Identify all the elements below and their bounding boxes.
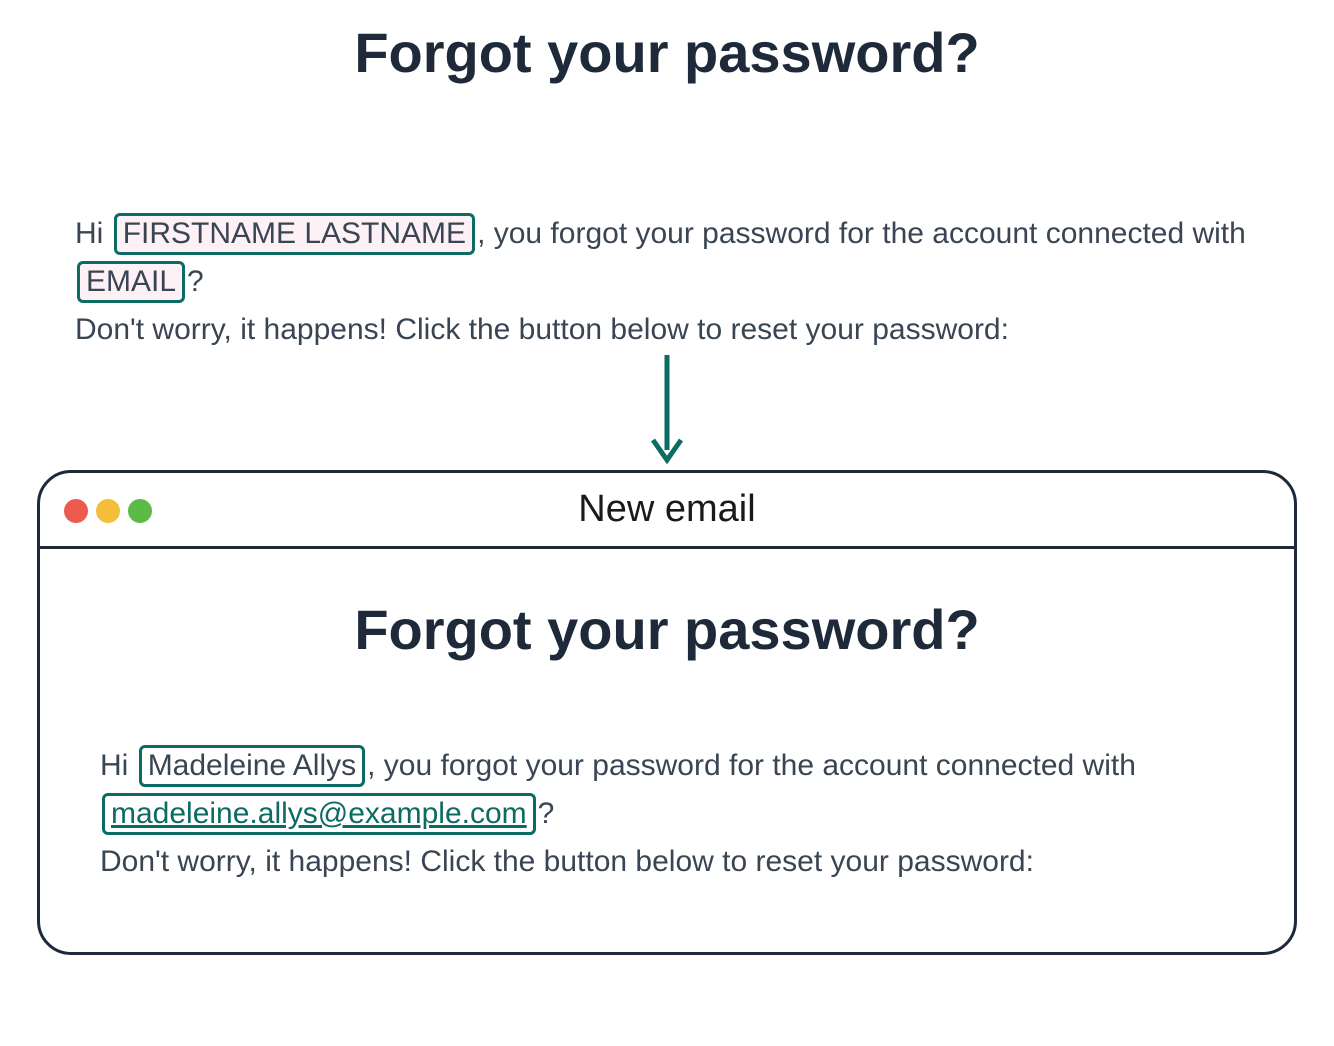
arrow-down-icon bbox=[0, 350, 1334, 475]
template-heading: Forgot your password? bbox=[0, 20, 1334, 85]
placeholder-firstname-lastname: FIRSTNAME LASTNAME bbox=[114, 213, 475, 255]
email-window: New email Forgot your password? Hi Madel… bbox=[37, 470, 1297, 955]
window-traffic-lights bbox=[64, 473, 152, 549]
rendered-text-hi: Hi bbox=[100, 749, 128, 782]
close-icon[interactable] bbox=[64, 499, 88, 523]
rendered-heading: Forgot your password? bbox=[40, 597, 1294, 662]
rendered-text-line2: Don't worry, it happens! Click the butto… bbox=[100, 845, 1034, 878]
rendered-text-after-name: , you forgot your password for the accou… bbox=[367, 749, 1136, 782]
rendered-text-after-email: ? bbox=[538, 797, 555, 830]
filled-email: madeleine.allys@example.com bbox=[102, 793, 536, 835]
minimize-icon[interactable] bbox=[96, 499, 120, 523]
window-title: New email bbox=[40, 488, 1294, 531]
template-text-line2: Don't worry, it happens! Click the butto… bbox=[75, 313, 1009, 346]
maximize-icon[interactable] bbox=[128, 499, 152, 523]
filled-name: Madeleine Allys bbox=[139, 745, 365, 787]
template-text-hi: Hi bbox=[75, 217, 103, 250]
template-text-after-name: , you forgot your password for the accou… bbox=[477, 217, 1246, 250]
template-body: Hi FIRSTNAME LASTNAME, you forgot your p… bbox=[75, 210, 1265, 354]
rendered-body: Hi Madeleine Allys, you forgot your pass… bbox=[100, 742, 1234, 886]
window-titlebar: New email bbox=[40, 473, 1294, 549]
placeholder-email: EMAIL bbox=[77, 261, 185, 303]
email-link[interactable]: madeleine.allys@example.com bbox=[111, 797, 527, 830]
template-text-after-email: ? bbox=[187, 265, 204, 298]
